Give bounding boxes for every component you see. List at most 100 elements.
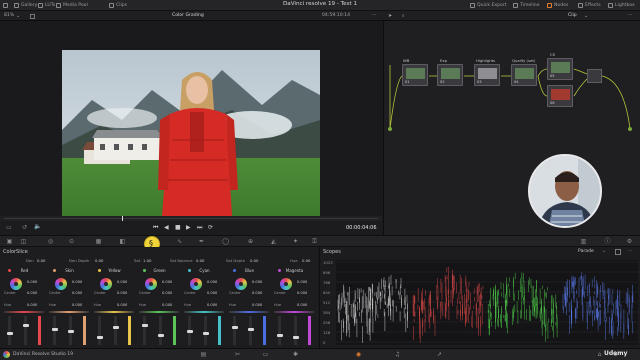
layer-mixer-node[interactable] xyxy=(587,69,602,83)
param-value[interactable]: 0.00 xyxy=(196,258,204,263)
scopes-toggle-icon[interactable]: ▥ xyxy=(580,238,587,245)
column-value[interactable]: 0.000 xyxy=(27,280,37,284)
color-wheel[interactable] xyxy=(235,278,247,290)
media-page-icon[interactable]: ▤ xyxy=(200,352,207,358)
color-wheel[interactable] xyxy=(10,278,22,290)
color-page-icon[interactable] xyxy=(318,352,325,358)
color-wheel[interactable] xyxy=(55,278,67,290)
home-icon[interactable]: ⌂ xyxy=(596,352,603,358)
skip-forward-icon[interactable]: ⏭ xyxy=(197,224,202,232)
column-value[interactable]: 0.000 xyxy=(162,280,172,284)
blur-icon[interactable]: ✦ xyxy=(292,238,299,245)
saturation-slider[interactable] xyxy=(157,316,164,345)
viewer[interactable] xyxy=(0,21,382,231)
loop-toggle-icon[interactable]: ⟳ xyxy=(208,224,213,231)
loop-icon[interactable]: ↺ xyxy=(22,224,27,231)
tracker-icon[interactable]: ⊕ xyxy=(247,238,254,245)
node-exp[interactable]: 02 xyxy=(437,64,463,86)
saturation-slider[interactable] xyxy=(292,316,299,345)
media-pool-tab[interactable]: Media Pool xyxy=(56,2,88,9)
density-slider[interactable] xyxy=(96,316,103,345)
hue-value[interactable]: 0.000 xyxy=(72,303,82,307)
slider-knob[interactable] xyxy=(157,334,164,337)
node-06[interactable]: 06 xyxy=(547,85,573,107)
nodes-tab[interactable]: Nodes xyxy=(547,2,568,9)
output-node[interactable] xyxy=(628,127,632,131)
volume-icon[interactable]: 🔈 xyxy=(34,223,41,230)
zoom-dropdown[interactable]: 81% xyxy=(4,13,14,18)
effects-tab[interactable]: Effects xyxy=(578,2,601,9)
param-value[interactable]: 0.00 xyxy=(250,258,258,263)
more-icon[interactable]: ⋯ xyxy=(372,13,377,18)
param-value[interactable]: 0.00 xyxy=(302,258,310,263)
chevron-down-icon[interactable]: ⌄ xyxy=(584,13,588,19)
cut-page-icon[interactable]: ✂ xyxy=(234,352,241,358)
slider-knob[interactable] xyxy=(6,332,13,335)
color-slider[interactable] xyxy=(218,316,221,345)
column-value[interactable]: 0.000 xyxy=(72,280,82,284)
hue-value[interactable]: 0.000 xyxy=(27,303,37,307)
step-back-icon[interactable]: ◀ xyxy=(164,224,169,231)
node-cs[interactable]: 05 xyxy=(547,58,573,80)
key-icon[interactable]: ⚿ xyxy=(311,238,318,245)
color-wheel[interactable] xyxy=(280,278,292,290)
gallery-tab[interactable]: Gallery xyxy=(14,2,37,9)
density-slider[interactable] xyxy=(231,316,238,345)
center-value[interactable]: 0.000 xyxy=(252,291,262,295)
playback-menu-icon[interactable]: ▭ xyxy=(6,224,14,231)
scope-mode-dropdown[interactable]: Parade xyxy=(578,249,594,254)
rgb-mixer-icon[interactable]: ▦ xyxy=(95,238,102,245)
lightbox-tab[interactable]: Lightbox xyxy=(608,2,635,9)
more-icon[interactable]: ⋯ xyxy=(628,248,633,254)
color-slider[interactable] xyxy=(308,316,311,345)
camera-raw-icon[interactable]: ▣ xyxy=(6,238,13,245)
param-value[interactable]: 0.00 xyxy=(37,258,45,263)
fairlight-page-icon[interactable]: ♫ xyxy=(394,352,401,358)
color-wheel[interactable] xyxy=(190,278,202,290)
fusion-page-icon[interactable]: ✱ xyxy=(292,352,299,358)
saturation-slider[interactable] xyxy=(247,316,254,345)
settings-icon[interactable]: ⚙ xyxy=(626,238,633,245)
skip-back-icon[interactable]: ⏮ xyxy=(153,224,158,232)
slider-knob[interactable] xyxy=(231,326,238,329)
color-wheels-icon[interactable]: ◎ xyxy=(47,238,54,245)
slider-knob[interactable] xyxy=(22,324,29,327)
node-qualify[interactable]: 04 xyxy=(511,64,537,86)
center-value[interactable]: 0.000 xyxy=(162,291,172,295)
view-mode-icon[interactable] xyxy=(30,13,35,19)
density-slider[interactable] xyxy=(141,316,148,345)
slider-knob[interactable] xyxy=(202,332,209,335)
node-editor[interactable]: WB 01 Exp 02 Highlights 03 Qualify (set)… xyxy=(383,21,640,235)
saturation-slider[interactable] xyxy=(67,316,74,345)
slider-knob[interactable] xyxy=(247,328,254,331)
slider-knob[interactable] xyxy=(51,328,58,331)
center-value[interactable]: 0.000 xyxy=(297,291,307,295)
deliver-page-icon[interactable]: ➚ xyxy=(436,352,443,358)
color-slider[interactable] xyxy=(83,316,86,345)
more-icon[interactable]: ⋯ xyxy=(628,13,633,18)
param-value[interactable]: 1.00 xyxy=(143,258,151,263)
slider-knob[interactable] xyxy=(186,330,193,333)
pointer-icon[interactable]: ➤ xyxy=(388,13,392,19)
density-slider[interactable] xyxy=(276,316,283,345)
media-button[interactable] xyxy=(3,2,8,9)
saturation-slider[interactable] xyxy=(22,316,29,345)
density-slider[interactable] xyxy=(186,316,193,345)
hue-value[interactable]: 0.000 xyxy=(252,303,262,307)
clip-mode-dropdown[interactable]: Clip xyxy=(568,13,577,18)
color-match-icon[interactable]: ◫ xyxy=(20,238,27,245)
clips-tab[interactable]: Clips xyxy=(109,2,127,9)
color-slider[interactable] xyxy=(128,316,131,345)
magic-mask-icon[interactable]: ◭ xyxy=(270,238,277,245)
scope-layout-icon[interactable] xyxy=(615,249,621,255)
center-value[interactable]: 0.000 xyxy=(72,291,82,295)
column-value[interactable]: 0.000 xyxy=(207,280,217,284)
center-value[interactable]: 0.000 xyxy=(207,291,217,295)
color-wheel[interactable] xyxy=(145,278,157,290)
slider-knob[interactable] xyxy=(96,336,103,339)
column-value[interactable]: 0.000 xyxy=(117,280,127,284)
color-wheel[interactable] xyxy=(100,278,112,290)
saturation-slider[interactable] xyxy=(112,316,119,345)
luts-tab[interactable]: LUTs xyxy=(38,2,55,9)
node-wb[interactable]: 01 xyxy=(402,64,428,86)
